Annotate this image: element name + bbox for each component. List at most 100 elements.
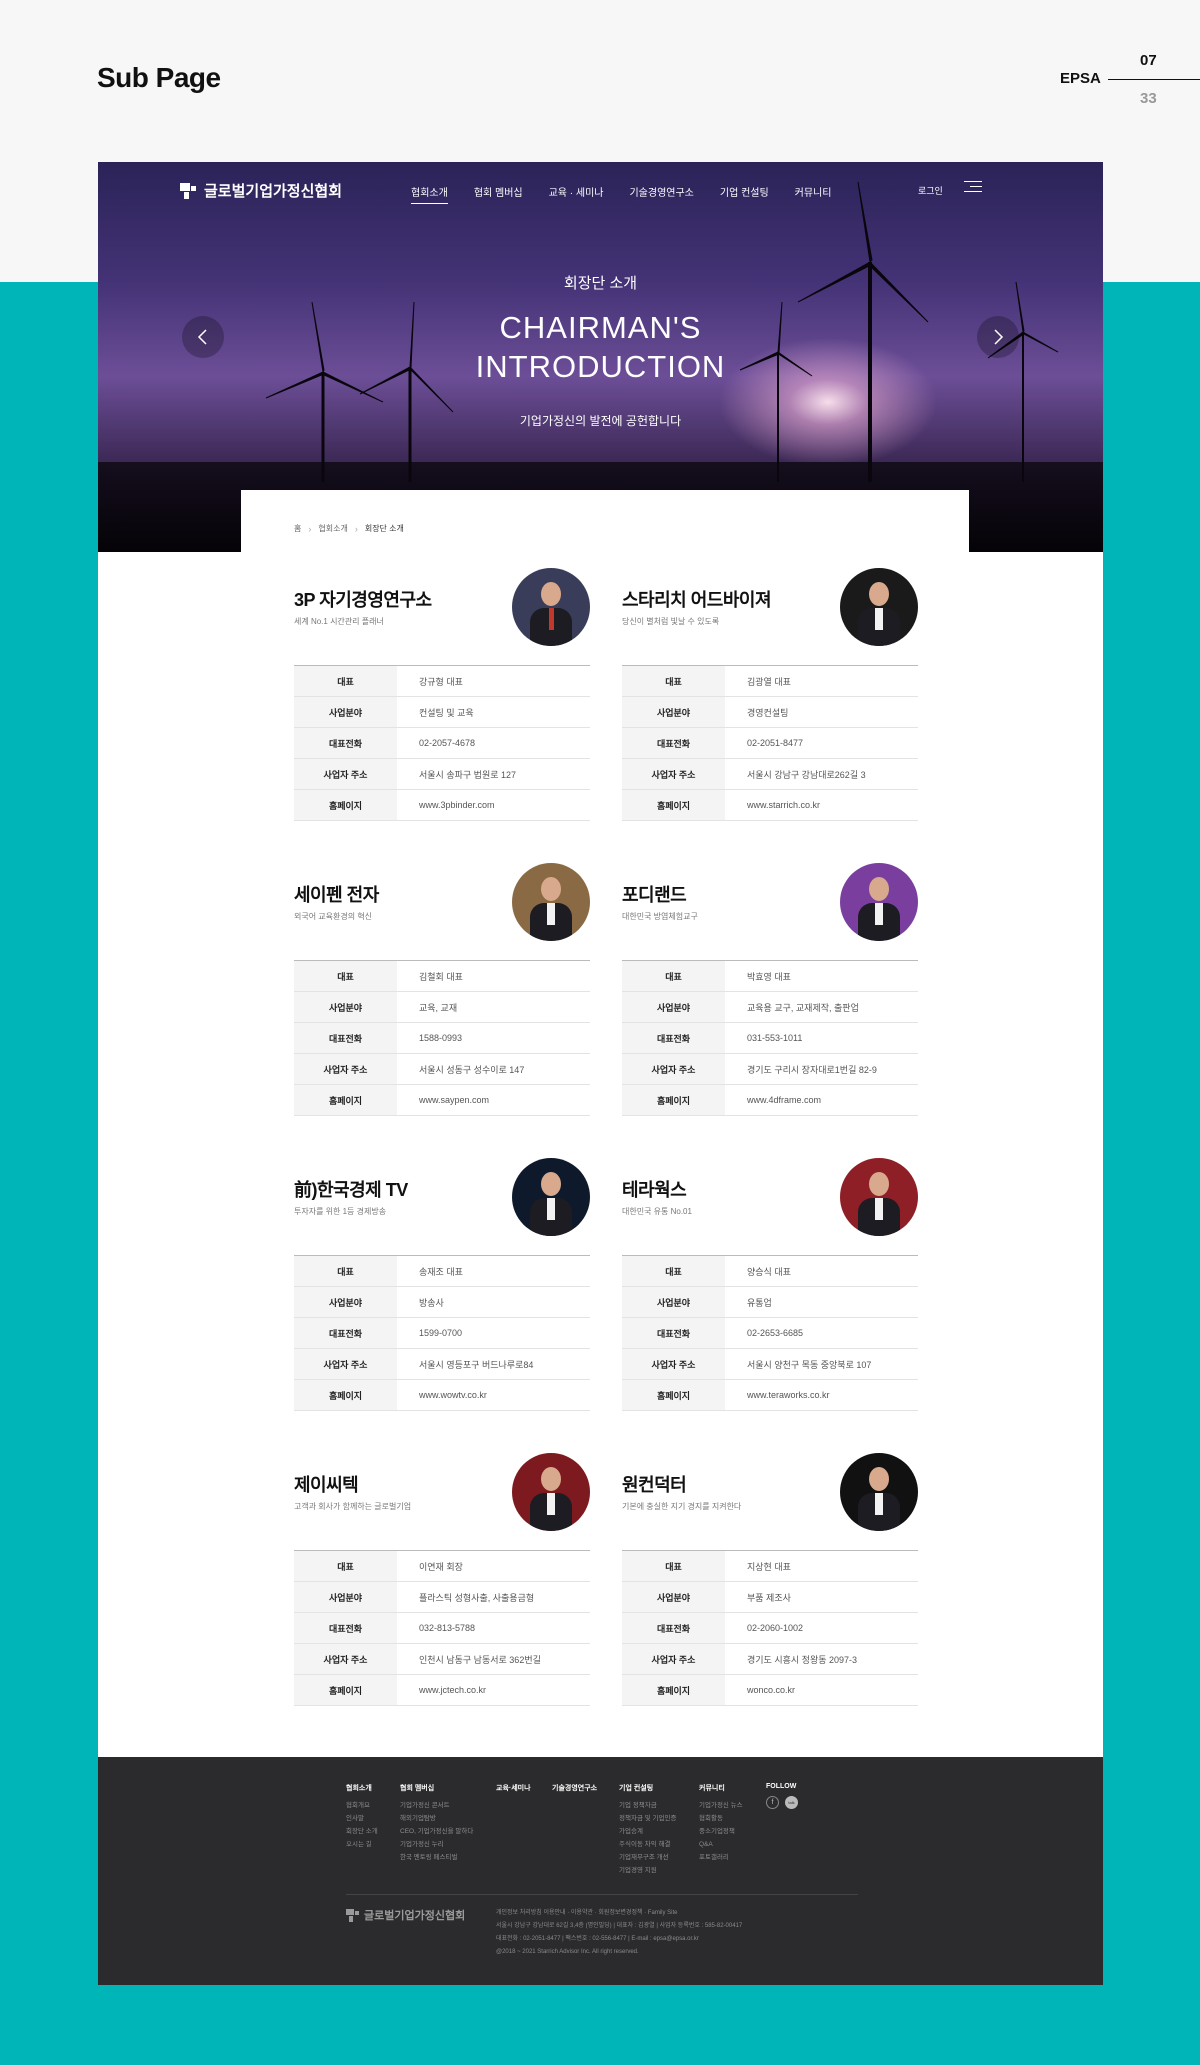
footer-link[interactable]: 협회개요 — [346, 1799, 378, 1812]
value-phone: 02-2653-6685 — [725, 1317, 918, 1349]
member-photo — [512, 568, 590, 646]
footer-link[interactable]: CEO, 기업가정신을 말하다 — [400, 1825, 473, 1838]
nav-item-about[interactable]: 협회소개 — [411, 184, 448, 204]
footer-link[interactable]: 기업가정신 누리 — [400, 1838, 473, 1851]
value-rep: 김철회 대표 — [397, 960, 590, 992]
facebook-icon[interactable]: f — [766, 1796, 779, 1809]
label-rep: 대표 — [294, 1550, 397, 1582]
value-rep: 지상현 대표 — [725, 1550, 918, 1582]
label-field: 사업분야 — [622, 1286, 725, 1318]
value-homepage-link[interactable]: www.wowtv.co.kr — [397, 1379, 590, 1411]
label-phone: 대표전화 — [622, 727, 725, 759]
member-name: 제이씨텍 — [294, 1475, 359, 1495]
nav-item-community[interactable]: 커뮤니티 — [795, 184, 832, 199]
value-field: 컨설팅 및 교육 — [397, 696, 590, 728]
footer-divider — [346, 1894, 858, 1895]
breadcrumb-current: 회장단 소개 — [364, 524, 404, 533]
footer-company-info: 개인정보 처리방침 이용안내 · 이용약관 · 회원정보변경정책 · Famil… — [496, 1907, 742, 1959]
label-field: 사업분야 — [294, 991, 397, 1023]
footer-column-title[interactable]: 협회 멤버십 — [400, 1783, 473, 1793]
value-homepage-link[interactable]: www.saypen.com — [397, 1084, 590, 1116]
nav-item-membership[interactable]: 협회 멤버십 — [474, 184, 523, 199]
member-content-panel: 홈 › 협회소개 › 회장단 소개 3P 자기경영연구소 세계 No.1 시간관… — [241, 490, 969, 1710]
member-slogan: 대한민국 방염체험교구 — [622, 912, 698, 921]
breadcrumb-home[interactable]: 홈 — [294, 523, 301, 534]
member-info-table: 대표 강규형 대표 사업분야 컨설팅 및 교육 대표전화 02-2057-4678 사… — [294, 665, 590, 821]
footer-column-title: FOLLOW — [766, 1783, 797, 1790]
label-address: 사업자 주소 — [294, 1348, 397, 1380]
footer-link[interactable]: 중소기업정책 — [699, 1825, 743, 1838]
label-homepage: 홈페이지 — [294, 1674, 397, 1706]
prev-slide-button[interactable] — [182, 316, 224, 358]
nav-item-tech-institute[interactable]: 기술경영연구소 — [629, 184, 693, 199]
value-homepage-link[interactable]: www.jctech.co.kr — [397, 1674, 590, 1706]
value-address: 서울시 성동구 성수이로 147 — [397, 1053, 590, 1085]
footer-link[interactable]: 한국 멘토링 페스티벌 — [400, 1851, 473, 1864]
footer-link[interactable]: 기업재무구조 개선 — [619, 1851, 676, 1864]
label-phone: 대표전화 — [294, 1317, 397, 1349]
footer-link[interactable]: 기업경영 지원 — [619, 1864, 676, 1877]
footer-logo-text: 글로벌기업가정신협회 — [364, 1910, 466, 1922]
label-homepage: 홈페이지 — [622, 1674, 725, 1706]
value-homepage-link[interactable]: www.teraworks.co.kr — [725, 1379, 918, 1411]
breadcrumb-separator-icon: › — [308, 523, 312, 534]
footer-link[interactable]: 해외기업탐방 — [400, 1812, 473, 1825]
next-slide-button[interactable] — [977, 316, 1019, 358]
label-rep: 대표 — [622, 665, 725, 697]
footer-link[interactable]: 기업가정신 뉴스 — [699, 1799, 743, 1812]
footer-link[interactable]: Q&A — [699, 1838, 743, 1851]
footer-link[interactable]: 회장단 소개 — [346, 1825, 378, 1838]
label-rep: 대표 — [294, 665, 397, 697]
label-address: 사업자 주소 — [622, 758, 725, 790]
label-rep: 대표 — [622, 1550, 725, 1582]
label-phone: 대표전화 — [294, 727, 397, 759]
value-address: 경기도 시흥시 정왕동 2097-3 — [725, 1643, 918, 1675]
member-name: 3P 자기경영연구소 — [294, 590, 432, 610]
footer-link[interactable]: 주식이동 차익 해결 — [619, 1838, 676, 1851]
hero-title-line2: INTRODUCTION — [475, 349, 726, 384]
hero-subtitle: 회장단 소개 — [563, 275, 638, 292]
breadcrumb-separator-icon: › — [354, 523, 358, 534]
label-address: 사업자 주소 — [622, 1643, 725, 1675]
nav-item-education[interactable]: 교육 · 세미나 — [549, 184, 604, 199]
site-logo[interactable]: 글로벌기업가정신협회 — [180, 180, 342, 201]
value-rep: 강규형 대표 — [397, 665, 590, 697]
hamburger-icon[interactable] — [964, 180, 982, 194]
member-info-table: 대표 김광열 대표 사업분야 경영컨설팅 대표전화 02-2051-8477 사업자 … — [622, 665, 918, 821]
label-field: 사업분야 — [622, 991, 725, 1023]
value-homepage-link[interactable]: www.starrich.co.kr — [725, 789, 918, 821]
footer-link[interactable]: 가업승계 — [619, 1825, 676, 1838]
footer-column-title[interactable]: 협회소개 — [346, 1783, 378, 1793]
label-phone: 대표전화 — [622, 1612, 725, 1644]
footer-link[interactable]: 기업가정신 콘서트 — [400, 1799, 473, 1812]
footer-link[interactable]: 기업 정책자금 — [619, 1799, 676, 1812]
value-homepage-link[interactable]: www.4dframe.com — [725, 1084, 918, 1116]
label-rep: 대표 — [294, 1255, 397, 1287]
member-photo — [512, 1158, 590, 1236]
member-slogan: 고객과 회사가 함께하는 글로벌기업 — [294, 1502, 412, 1511]
slide-pager: EPSA 07 33 — [1060, 50, 1200, 110]
footer-link[interactable]: 정책자금 및 기업인증 — [619, 1812, 676, 1825]
footer-column-title[interactable]: 커뮤니티 — [699, 1783, 743, 1793]
member-photo — [840, 1158, 918, 1236]
label-homepage: 홈페이지 — [622, 1084, 725, 1116]
value-rep: 양승식 대표 — [725, 1255, 918, 1287]
footer-policy-links[interactable]: 개인정보 처리방침 이용안내 · 이용약관 · 회원정보변경정책 · Famil… — [496, 1907, 742, 1920]
nav-item-consulting[interactable]: 기업 컨설팅 — [720, 184, 769, 199]
footer-link[interactable]: 협회활동 — [699, 1812, 743, 1825]
social-links: f talk — [766, 1796, 798, 1809]
footer-link[interactable]: 인사말 — [346, 1812, 378, 1825]
current-page-number: 07 — [1140, 52, 1157, 69]
breadcrumb-parent[interactable]: 협회소개 — [318, 523, 347, 534]
footer-column-title[interactable]: 기업 컨설팅 — [619, 1783, 676, 1793]
footer-column-title[interactable]: 기술경영연구소 — [552, 1783, 597, 1793]
login-link[interactable]: 로그인 — [918, 184, 943, 197]
value-homepage-link[interactable]: www.3pbinder.com — [397, 789, 590, 821]
footer-contact: 대표전화 : 02-2051-8477 | 팩스번호 : 02-556-8477… — [496, 1936, 699, 1942]
footer-column-title[interactable]: 교육·세미나 — [496, 1783, 531, 1793]
value-homepage-link[interactable]: wonco.co.kr — [725, 1674, 918, 1706]
value-address: 경기도 구리시 장자대로1번길 82-9 — [725, 1053, 918, 1085]
kakaotalk-icon[interactable]: talk — [785, 1796, 798, 1809]
footer-link[interactable]: 오시는 길 — [346, 1838, 378, 1851]
footer-link[interactable]: 포토갤러리 — [699, 1851, 743, 1864]
